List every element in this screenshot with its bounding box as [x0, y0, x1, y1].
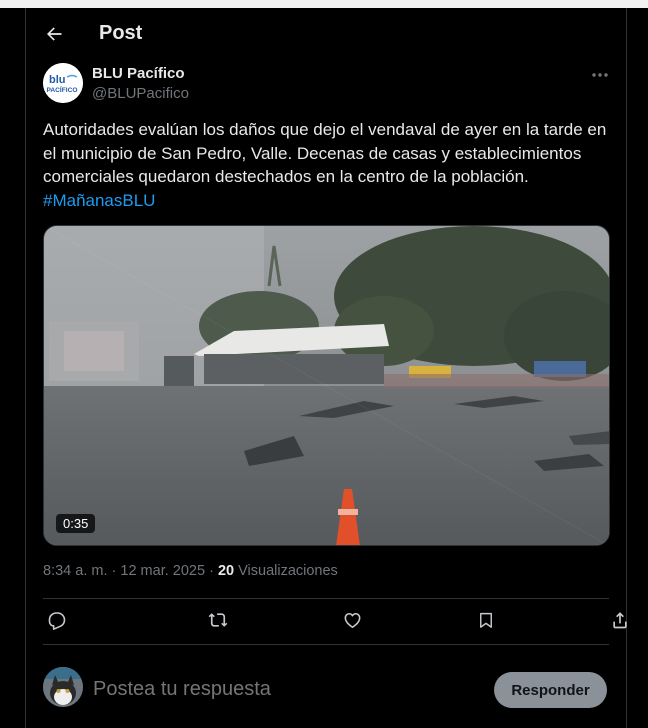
like-button[interactable]	[340, 608, 364, 632]
bookmark-button[interactable]	[474, 608, 498, 632]
action-bar	[43, 606, 627, 636]
post-date[interactable]: 12 mar. 2025	[120, 563, 205, 579]
tweet-body: Autoridades evalúan los daños que dejo e…	[43, 120, 607, 186]
right-edge	[627, 8, 648, 728]
post-meta: 8:34 a. m. · 12 mar. 2025 · 20 Visualiza…	[43, 563, 338, 579]
page-header: Post	[26, 8, 626, 60]
reply-button[interactable]	[45, 608, 69, 632]
views-label[interactable]: Visualizaciones	[238, 563, 338, 579]
meta-separator: ·	[111, 563, 117, 579]
author-name[interactable]: BLU Pacífico	[92, 65, 185, 82]
like-icon	[344, 612, 360, 628]
author-avatar[interactable]: blu PACÍFICO	[43, 63, 83, 103]
reply-input[interactable]	[93, 678, 473, 701]
more-dots-icon	[592, 73, 608, 77]
back-button[interactable]	[40, 20, 68, 48]
views-count[interactable]: 20	[218, 563, 234, 579]
meta-separator-2: ·	[209, 563, 214, 579]
post-time[interactable]: 8:34 a. m.	[43, 563, 107, 579]
retweet-icon	[208, 613, 228, 627]
cat-avatar-icon	[43, 667, 83, 707]
video-thumbnail	[44, 226, 609, 545]
tweet-text: Autoridades evalúan los daños que dejo e…	[43, 118, 613, 212]
user-avatar[interactable]	[43, 667, 83, 707]
retweet-button[interactable]	[206, 608, 230, 632]
avatar-logo-bottom: PACÍFICO	[47, 85, 78, 94]
more-options-button[interactable]	[588, 66, 612, 84]
bookmark-icon	[480, 612, 492, 628]
avatar-logo-top: blu	[49, 74, 66, 86]
video-player[interactable]: 0:35	[43, 225, 610, 546]
divider-bottom	[43, 644, 609, 645]
page-title: Post	[99, 22, 143, 44]
top-strip	[0, 0, 648, 8]
hashtag-link[interactable]: #MañanasBLU	[43, 191, 155, 210]
arrow-left-icon	[47, 27, 62, 41]
reply-icon	[48, 612, 66, 630]
post-column: Post blu PACÍFICO BLU Pacífico @BLUPacif…	[25, 8, 627, 728]
reply-submit-button[interactable]: Responder	[494, 672, 607, 708]
divider-top	[43, 598, 609, 599]
blu-logo-icon: blu PACÍFICO	[43, 63, 83, 103]
video-duration: 0:35	[56, 514, 96, 533]
author-handle[interactable]: @BLUPacifico	[92, 85, 189, 102]
reply-composer: Responder	[26, 653, 626, 728]
